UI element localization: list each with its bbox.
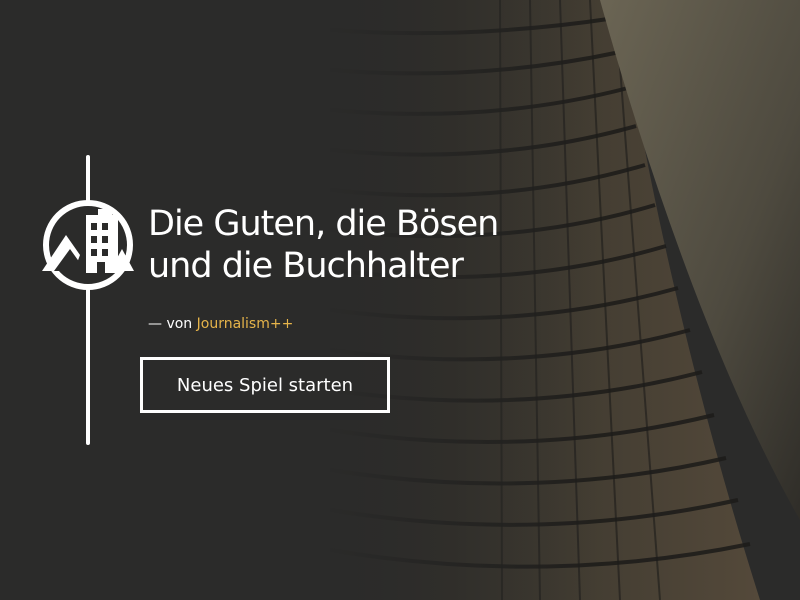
- author-link[interactable]: Journalism++: [197, 316, 294, 332]
- start-screen: Die Guten, die Bösen und die Buchhalter …: [0, 0, 800, 600]
- title-line-2: und die Buchhalter: [148, 246, 464, 286]
- background-building-photo: [0, 0, 800, 600]
- byline-prefix: — von: [148, 316, 197, 332]
- byline: — von Journalism++: [148, 314, 293, 334]
- building-mountains-icon: [42, 200, 134, 290]
- page-title: Die Guten, die Bösen und die Buchhalter: [148, 203, 548, 287]
- start-game-button[interactable]: Neues Spiel starten: [140, 357, 390, 413]
- title-line-1: Die Guten, die Bösen: [148, 204, 499, 244]
